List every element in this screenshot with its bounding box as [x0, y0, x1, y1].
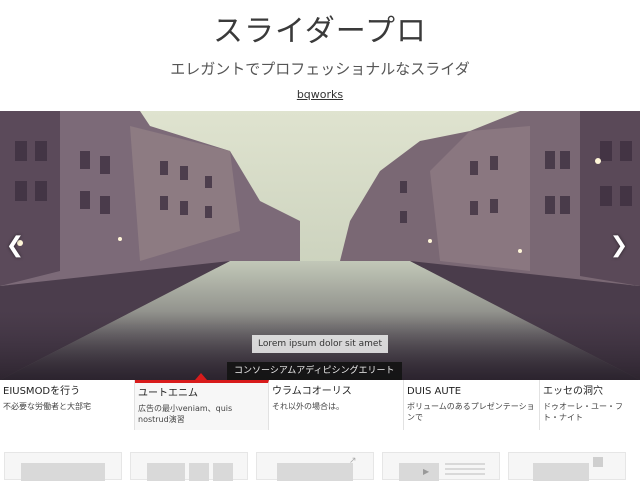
play-icon: ▶ — [423, 467, 430, 476]
card-text-line — [445, 463, 485, 465]
thumbnail-desc: ドゥオーレ・ユー・フト・ナイト — [543, 402, 623, 422]
thumbnail-strip: EIUSMODを行う 不必要な労働者と大部宅 ユートエニム 広告の最小venia… — [0, 380, 640, 430]
author-link-wrapper: bqworks — [0, 88, 640, 101]
author-link[interactable]: bqworks — [297, 88, 343, 101]
example-card[interactable] — [508, 452, 626, 481]
image-slider[interactable]: Lorem ipsum dolor sit amet コンソーシアムアディピシン… — [0, 111, 640, 380]
card-preview — [189, 463, 209, 481]
thumbnail-desc: 不必要な労働者と大部宅 — [3, 402, 91, 411]
thumbnail-item[interactable]: ウラムコオーリス それ以外の場合は。 — [269, 380, 404, 430]
thumbnail-title: エッセの洞穴 — [543, 386, 603, 397]
thumbnail-item[interactable]: EIUSMODを行う 不必要な労働者と大部宅 — [0, 380, 135, 430]
card-grid-icon — [593, 457, 603, 467]
card-preview — [147, 463, 185, 481]
slide-caption-secondary: コンソーシアムアディピシングエリート — [227, 362, 402, 380]
card-preview — [213, 463, 233, 481]
page-subtitle: エレガントでプロフェッショナルなスライダ — [170, 60, 470, 78]
chevron-right-icon[interactable]: ❯ — [608, 233, 630, 259]
card-preview — [533, 463, 589, 481]
chevron-left-icon[interactable]: ❮ — [4, 233, 26, 259]
card-text-line — [445, 468, 485, 470]
thumbnail-title: EIUSMODを行う — [3, 386, 81, 397]
thumbnail-item[interactable]: DUIS AUTE ボリュームのあるプレゼンテーションで — [404, 380, 540, 430]
thumbnail-title: ウラムコオーリス — [272, 386, 352, 397]
thumbnail-title: ユートエニム — [138, 388, 198, 399]
slide-caption: Lorem ipsum dolor sit amet — [252, 335, 388, 353]
card-preview — [399, 463, 439, 481]
page-title: スライダープロ — [213, 14, 427, 49]
expand-icon: ↗ — [349, 456, 357, 466]
example-card[interactable] — [4, 452, 122, 481]
thumbnail-title: DUIS AUTE — [407, 386, 462, 397]
thumbnail-item-active[interactable]: ユートエニム 広告の最小veniam、quis nostrud演習 — [135, 380, 269, 430]
card-text-line — [445, 473, 485, 475]
thumbnail-desc: それ以外の場合は。 — [272, 402, 344, 411]
card-preview — [277, 463, 353, 481]
example-card[interactable]: ↗ — [256, 452, 374, 481]
example-card[interactable]: ▶ — [382, 452, 500, 481]
example-card[interactable] — [130, 452, 248, 481]
thumbnail-item[interactable]: エッセの洞穴 ドゥオーレ・ユー・フト・ナイト — [540, 380, 640, 430]
card-preview — [21, 463, 105, 481]
thumbnail-desc: ボリュームのあるプレゼンテーションで — [407, 402, 535, 422]
example-cards-row: ↗ ▶ — [0, 452, 640, 481]
thumbnail-desc: 広告の最小veniam、quis nostrud演習 — [138, 404, 233, 424]
active-thumbnail-pointer — [195, 373, 207, 380]
